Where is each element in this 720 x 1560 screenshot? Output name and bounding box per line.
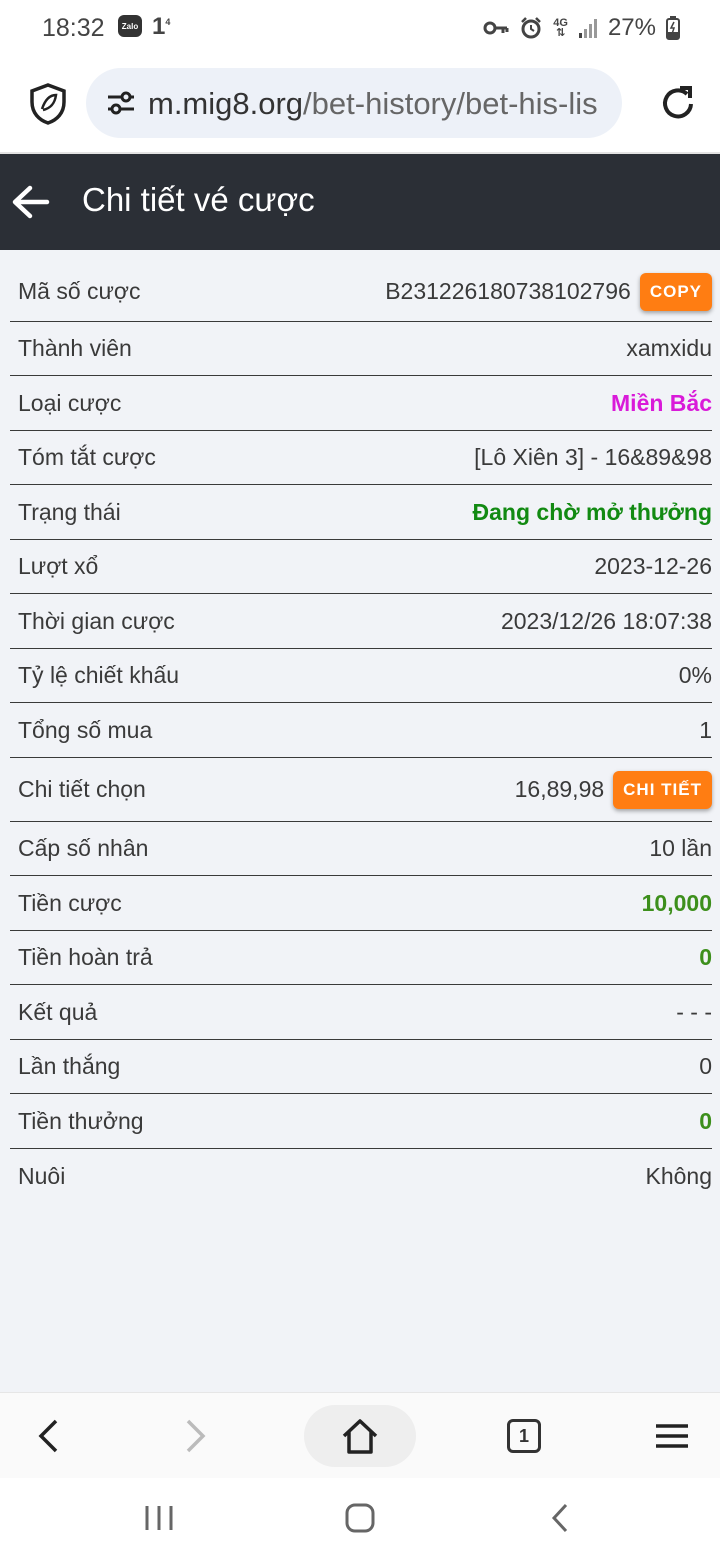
vpn-key-icon [483,20,509,36]
row-value: [Lô Xiên 3] - 16&89&98 [474,444,712,470]
row-value: 2023-12-26 [594,553,712,579]
selection-value: 16,89,98 [514,776,605,802]
row-label: Tỷ lệ chiết khấu [18,662,180,688]
page-header: Chi tiết vé cược [0,154,720,250]
row-win-count: Lần thắng 0 [10,1040,712,1094]
page-title: Chi tiết vé cược [82,181,315,218]
row-selection-detail: Chi tiết chọn 16,89,98 CHI TIẾT [10,758,712,822]
browser-home-button[interactable] [304,1405,416,1467]
bet-id-value: B231226180738102796 [385,278,631,304]
row-member: Thành viên xamxidu [10,322,712,376]
row-label: Loại cược [18,389,122,416]
recent-apps-icon[interactable] [144,1502,174,1539]
notification-count-sup: 4 [165,17,171,27]
url-host: m.mig8.org [148,86,304,121]
row-value: 1 [699,716,712,743]
row-label: Thời gian cược [18,607,175,634]
notification-count: 14 [152,13,170,41]
row-value: 16,89,98 CHI TIẾT [514,770,712,809]
row-bet-amount: Tiền cược 10,000 [10,876,712,931]
row-label: Kết quả [18,998,98,1025]
row-value: Không [645,1162,712,1189]
browser-forward-icon[interactable] [174,1393,218,1479]
row-label: Nuôi [18,1162,66,1189]
row-label: Lần thắng [18,1053,121,1079]
row-label: Lượt xổ [18,553,99,579]
browser-bottom-bar: 1 [0,1392,720,1478]
notification-count-value: 1 [152,13,166,40]
row-draw-date: Lượt xổ 2023-12-26 [10,540,712,594]
site-settings-icon[interactable] [106,90,136,121]
alarm-icon [519,16,543,40]
url-field[interactable]: m.mig8.org/bet-history/bet-his-lis [86,68,622,138]
home-icon [342,1419,378,1454]
row-bet-id: Mã số cược B231226180738102796 COPY [10,262,712,322]
row-refund: Tiền hoàn trả 0 [10,931,712,985]
zalo-notification-icon: Zalo [118,15,142,37]
row-label: Mã số cược [18,278,141,304]
row-value: 2023/12/26 18:07:38 [500,607,712,634]
status-badge: Đang chờ mở thưởng [472,498,712,525]
status-time: 18:32 [42,14,105,42]
copy-button[interactable]: COPY [639,272,712,311]
row-bet-summary: Tóm tắt cược [Lô Xiên 3] - 16&89&98 [10,431,712,485]
signal-icon [578,17,598,39]
battery-percent: 27% [607,14,656,41]
row-label: Tiền thưởng [18,1107,144,1134]
row-label: Chi tiết chọn [18,776,146,802]
row-status: Trạng thái Đang chờ mở thưởng [10,485,712,540]
browser-url-bar: m.mig8.org/bet-history/bet-his-lis [0,56,720,154]
row-value: B231226180738102796 COPY [385,272,712,311]
detail-button[interactable]: CHI TIẾT [613,770,712,809]
row-label: Cấp số nhân [18,835,149,861]
row-value: 10,000 [641,889,712,916]
row-value: - - - [676,998,712,1025]
battery-charging-icon [666,16,680,40]
reload-icon[interactable] [656,82,700,131]
row-value: 0 [699,944,712,970]
bet-detail-content: Mã số cược B231226180738102796 COPY Thàn… [0,250,720,1392]
row-multiplier: Cấp số nhân 10 lần [10,822,712,876]
tabs-button[interactable]: 1 [504,1393,544,1479]
row-discount-rate: Tỷ lệ chiết khấu 0% [10,649,712,703]
row-label: Tiền cược [18,889,122,916]
row-value: 0 [699,1053,712,1079]
status-bar: 18:32 Zalo 14 4G ⇅ 27% [0,0,720,56]
row-value: 0% [678,662,712,688]
row-value: xamxidu [626,335,712,361]
row-bet-time: Thời gian cược 2023/12/26 18:07:38 [10,594,712,649]
url-path: /bet-history/bet-his-lis [303,86,598,121]
row-nurture: Nuôi Không [10,1149,712,1203]
network-4g-icon: 4G ⇅ [553,17,568,39]
row-label: Thành viên [18,335,132,361]
system-back-icon[interactable] [548,1502,572,1539]
row-value: Miền Bắc [611,389,712,416]
status-icons: 4G ⇅ 27% [483,12,680,44]
system-home-icon[interactable] [344,1502,376,1539]
row-label: Tổng số mua [18,716,153,743]
row-label: Tóm tắt cược [18,444,156,470]
url-text: m.mig8.org/bet-history/bet-his-lis [148,86,608,122]
network-label: 4G [553,17,568,29]
row-result: Kết quả - - - [10,985,712,1040]
row-label: Trạng thái [18,498,121,525]
tab-count: 1 [507,1419,541,1453]
browser-back-icon[interactable] [26,1393,70,1479]
row-value: 10 lần [649,835,712,861]
row-value: 0 [699,1107,712,1134]
row-prize: Tiền thưởng 0 [10,1094,712,1149]
system-navigation-bar [0,1478,720,1560]
menu-icon[interactable] [652,1393,692,1479]
back-arrow-icon[interactable] [10,180,50,224]
shield-icon[interactable] [28,82,68,126]
detail-list: Mã số cược B231226180738102796 COPY Thàn… [10,262,712,1203]
row-bet-type: Loại cược Miền Bắc [10,376,712,431]
row-total-purchase: Tổng số mua 1 [10,703,712,758]
row-label: Tiền hoàn trả [18,944,153,970]
